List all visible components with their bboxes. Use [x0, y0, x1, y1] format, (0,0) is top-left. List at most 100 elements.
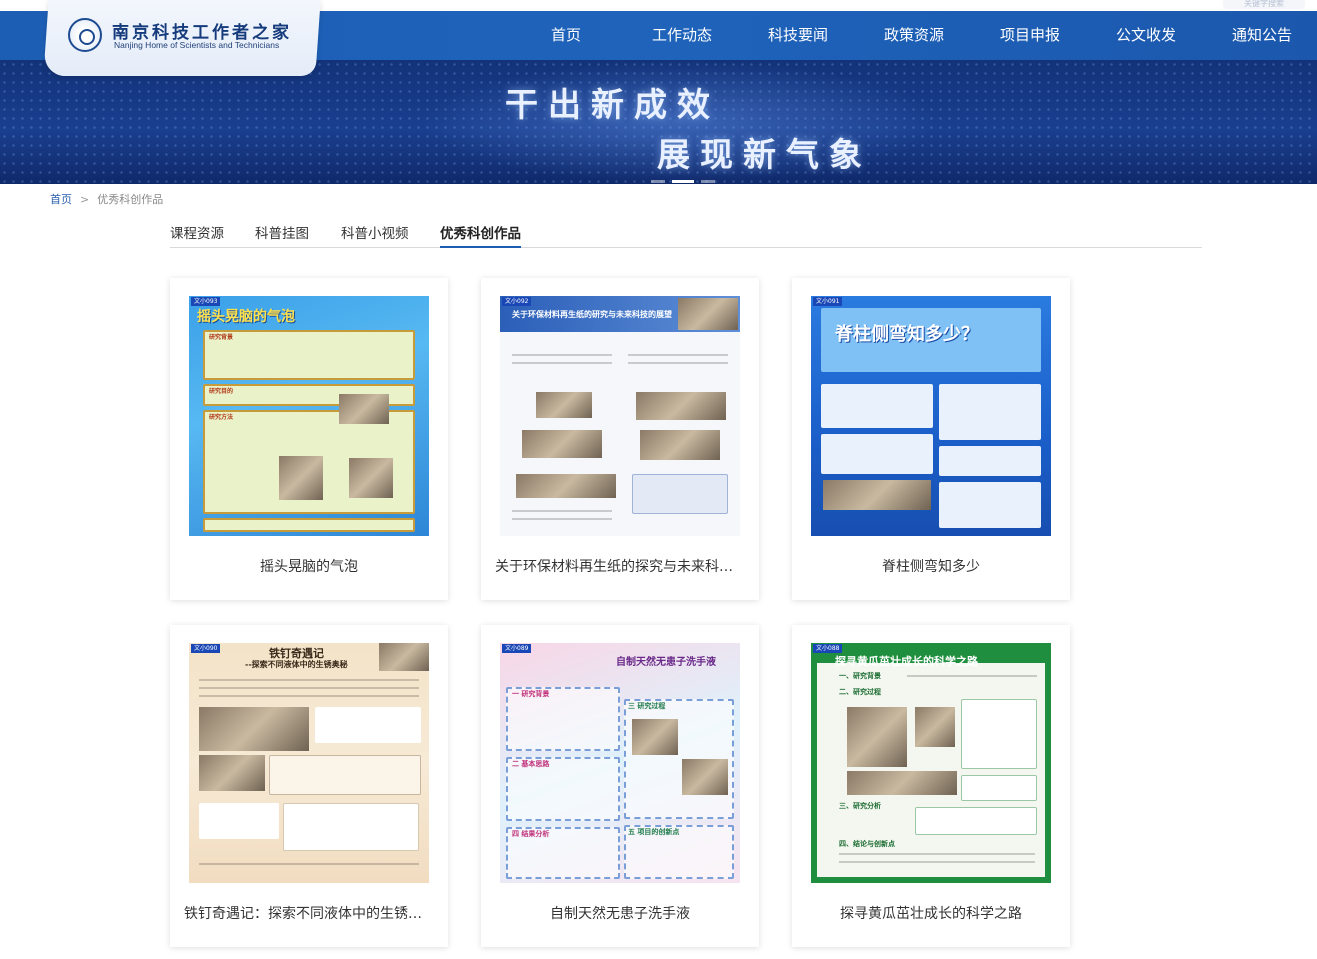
header-banner: 关键字搜索 南京科技工作者之家 Nanjing Home of Scientis…	[0, 0, 1317, 184]
nav-documents[interactable]: 公文收发	[1116, 11, 1176, 60]
poster-heading: 自制天然无患子洗手液	[616, 657, 716, 668]
poster-photo	[847, 707, 907, 767]
poster-text-line	[628, 362, 728, 364]
work-thumbnail[interactable]: 文小088 探寻黄瓜茁壮成长的科学之路 一、研究背景 二、研究过程 三、研究分析…	[811, 643, 1051, 883]
poster-table	[269, 755, 421, 795]
work-thumbnail[interactable]: 文小090 铁钉奇遇记 --探索不同液体中的生锈奥秘	[189, 643, 429, 883]
poster-section-label: 研究目的	[209, 388, 234, 395]
poster-text-line	[512, 354, 612, 356]
poster-heading: 摇头晃脑的气泡	[197, 309, 295, 325]
breadcrumb-separator: >	[80, 193, 90, 206]
logo-emblem-icon	[68, 18, 102, 52]
work-card[interactable]: 文小091 脊柱侧弯知多少？ 脊柱侧弯知多少	[792, 278, 1070, 600]
poster-photo	[349, 458, 393, 498]
slider-dot-active[interactable]	[672, 180, 694, 183]
tab-science-posters[interactable]: 科普挂图	[255, 222, 309, 247]
poster-text-line	[907, 675, 1037, 677]
logo-english-name: Nanjing Home of Scientists and Technicia…	[114, 40, 280, 50]
poster-text-line	[628, 354, 728, 356]
breadcrumb-home[interactable]: 首页	[50, 193, 72, 206]
nav-tech-news[interactable]: 科技要闻	[768, 11, 828, 60]
poster-photo	[915, 707, 955, 747]
search-link[interactable]: 关键字搜索	[1223, 0, 1305, 9]
work-card[interactable]: 文小089 自制天然无患子洗手液 一 研究背景 二 基本思路 三 研究过程 四 …	[481, 625, 759, 947]
poster-photo	[636, 392, 726, 420]
slider-dot[interactable]	[701, 180, 715, 183]
tab-course-resources[interactable]: 课程资源	[170, 222, 224, 247]
work-card[interactable]: 文小088 探寻黄瓜茁壮成长的科学之路 一、研究背景 二、研究过程 三、研究分析…	[792, 625, 1070, 947]
poster-subheading: --探索不同液体中的生锈奥秘	[245, 660, 348, 669]
poster-tag: 文小093	[191, 297, 221, 306]
work-title[interactable]: 自制天然无患子洗手液	[495, 903, 745, 923]
poster-section-box	[939, 482, 1041, 528]
poster-photo	[678, 298, 738, 330]
work-title[interactable]: 关于环保材料再生纸的探究与未来科技的展望	[495, 556, 745, 576]
poster-photo	[199, 707, 309, 751]
poster-text-line	[199, 863, 419, 865]
nav-project[interactable]: 项目申报	[1000, 11, 1060, 60]
poster-section-label: 四 结果分析	[512, 830, 550, 838]
poster-tag: 文小091	[813, 297, 843, 306]
poster-section-label: 二 基本思路	[512, 760, 550, 768]
poster-section-label: 研究方法	[209, 414, 234, 421]
work-thumbnail[interactable]: 文小089 自制天然无患子洗手液 一 研究背景 二 基本思路 三 研究过程 四 …	[500, 643, 740, 883]
banner-slider-dots	[651, 168, 722, 183]
poster-section-box	[203, 518, 415, 532]
poster-text-line	[199, 679, 419, 681]
poster-photo	[279, 456, 323, 500]
work-card[interactable]: 文小093 摇头晃脑的气泡 研究背景 研究目的 研究方法 摇头晃脑的气泡	[170, 278, 448, 600]
poster-chart	[915, 807, 1037, 835]
site-logo[interactable]: 南京科技工作者之家 Nanjing Home of Scientists and…	[68, 18, 308, 58]
nav-policy[interactable]: 政策资源	[884, 11, 944, 60]
poster-heading: 探寻黄瓜茁壮成长的科学之路	[835, 655, 978, 668]
poster-photo	[536, 392, 592, 418]
poster-text-line	[839, 861, 1035, 863]
tab-excellent-works[interactable]: 优秀科创作品	[440, 222, 521, 248]
work-card[interactable]: 文小092 关于环保材料再生纸的研究与未来科技的展望 关于环保材料再生纸的探究与…	[481, 278, 759, 600]
poster-section-label: 一、研究背景	[839, 672, 881, 680]
poster-tag: 文小088	[813, 644, 843, 653]
poster-section-label: 三、研究分析	[839, 802, 881, 810]
poster-section-box	[939, 446, 1041, 476]
poster-tag: 文小089	[502, 644, 532, 653]
poster-text-line	[839, 853, 1035, 855]
poster-heading: 关于环保材料再生纸的研究与未来科技的展望	[512, 310, 672, 319]
poster-photo	[823, 480, 931, 510]
category-tabs: 课程资源 科普挂图 科普小视频 优秀科创作品	[170, 218, 1202, 248]
poster-section-box	[821, 384, 933, 428]
poster-photo	[640, 430, 720, 460]
poster-section-label: 五 项目的创新点	[628, 828, 680, 836]
poster-chart	[283, 803, 419, 851]
poster-section-label: 研究背景	[209, 334, 234, 341]
poster-chart	[961, 775, 1037, 801]
work-thumbnail[interactable]: 文小092 关于环保材料再生纸的研究与未来科技的展望	[500, 296, 740, 536]
nav-home[interactable]: 首页	[551, 11, 581, 60]
poster-text-line	[512, 518, 612, 520]
work-title[interactable]: 脊柱侧弯知多少	[806, 556, 1056, 576]
poster-photo	[199, 755, 265, 791]
poster-photo	[682, 759, 728, 795]
poster-photo	[339, 394, 389, 424]
work-card[interactable]: 文小090 铁钉奇遇记 --探索不同液体中的生锈奥秘 铁钉奇遇记：探索不同液体中…	[170, 625, 448, 947]
poster-section-label: 二、研究过程	[839, 688, 881, 696]
nav-work-news[interactable]: 工作动态	[652, 11, 712, 60]
poster-section-box	[199, 803, 279, 839]
nav-notices[interactable]: 通知公告	[1232, 11, 1292, 60]
poster-photo	[847, 771, 957, 795]
poster-text-line	[199, 695, 419, 697]
work-thumbnail[interactable]: 文小091 脊柱侧弯知多少？	[811, 296, 1051, 536]
poster-table	[632, 474, 728, 514]
work-title[interactable]: 铁钉奇遇记：探索不同液体中的生锈奥秘	[184, 903, 434, 923]
work-title[interactable]: 探寻黄瓜茁壮成长的科学之路	[806, 903, 1056, 923]
poster-photo	[379, 643, 429, 671]
poster-table	[315, 707, 421, 743]
poster-photo	[632, 719, 678, 755]
breadcrumb-current: 优秀科创作品	[97, 193, 164, 206]
work-thumbnail[interactable]: 文小093 摇头晃脑的气泡 研究背景 研究目的 研究方法	[189, 296, 429, 536]
poster-tag: 文小090	[191, 644, 221, 653]
work-title[interactable]: 摇头晃脑的气泡	[184, 556, 434, 576]
slider-dot[interactable]	[651, 180, 665, 183]
poster-section-label: 四、结论与创新点	[839, 840, 895, 848]
poster-section-label: 三 研究过程	[628, 702, 666, 710]
tab-science-videos[interactable]: 科普小视频	[341, 222, 409, 247]
